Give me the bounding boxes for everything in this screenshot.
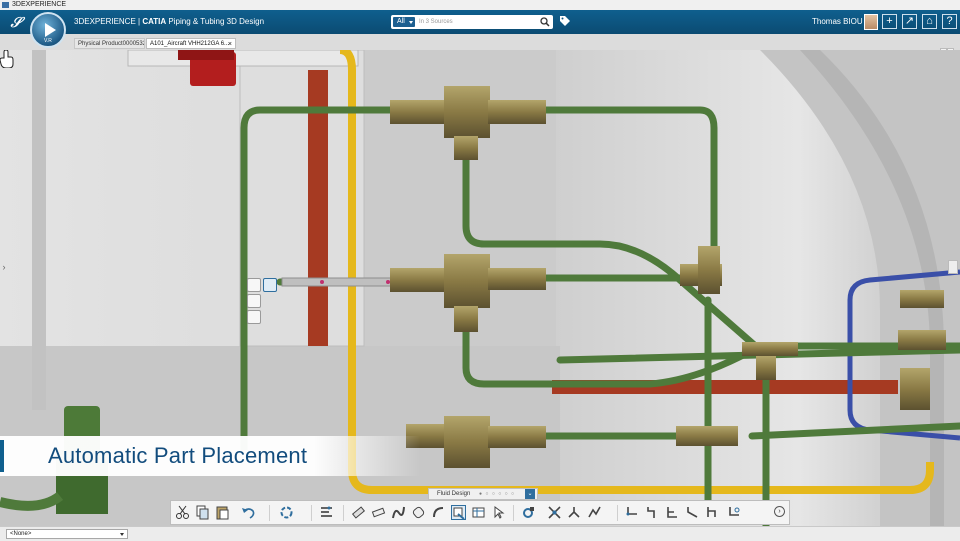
reroute-icon[interactable] bbox=[705, 505, 720, 520]
update-icon[interactable] bbox=[279, 505, 294, 520]
tag-icon[interactable] bbox=[559, 15, 571, 27]
user-name[interactable]: Thomas BIOU bbox=[812, 16, 863, 28]
search-placeholder[interactable]: In 3 Sources bbox=[419, 15, 453, 29]
branch-icon[interactable] bbox=[665, 505, 680, 520]
top-bar: 𝒮 3DEXPERIENCE | CATIA Piping & Tubing 3… bbox=[0, 10, 960, 34]
auto-place-tool-icon[interactable] bbox=[263, 278, 277, 292]
selection-filter-dropdown[interactable]: <None> bbox=[6, 529, 128, 539]
chevron-down-icon[interactable]: ⌄ bbox=[525, 489, 535, 499]
compass-version: V.R bbox=[44, 38, 52, 44]
tab-physical-product[interactable]: Physical Product00005323 bbox=[74, 38, 145, 49]
separator bbox=[343, 505, 344, 521]
section-tab[interactable]: Fluid Design ● ○ ○ ○ ○ ○ ⌄ bbox=[428, 488, 538, 500]
tab-aircraft-label: A101_Aircraft VHH212GA 6... bbox=[150, 41, 230, 47]
window-title: 3DEXPERIENCE bbox=[12, 1, 67, 8]
tube-tool-icon[interactable] bbox=[247, 310, 261, 324]
tab-scroll-arrows: ‹› bbox=[940, 40, 956, 56]
separator bbox=[513, 505, 514, 521]
select-cursor-icon[interactable] bbox=[491, 505, 506, 520]
separator bbox=[617, 505, 618, 521]
banner-title: Automatic Part Placement bbox=[48, 443, 308, 468]
separator bbox=[269, 505, 270, 521]
bent-tube-icon[interactable] bbox=[371, 505, 386, 520]
selection-point-2 bbox=[386, 280, 390, 284]
red-valve-cap bbox=[178, 50, 234, 60]
fitting-tool-icon[interactable] bbox=[247, 294, 261, 308]
play-icon bbox=[45, 23, 56, 37]
spec-icon[interactable] bbox=[587, 505, 602, 520]
section-label: Fluid Design bbox=[437, 491, 471, 497]
add-icon[interactable]: + bbox=[882, 14, 897, 29]
tab-aircraft[interactable]: A101_Aircraft VHH212GA 6... × bbox=[146, 38, 236, 49]
hand-cursor-icon bbox=[0, 50, 14, 68]
slope-icon[interactable] bbox=[685, 505, 700, 520]
straight-pipe-tool-icon[interactable] bbox=[247, 278, 261, 292]
copy-icon[interactable] bbox=[195, 505, 210, 520]
ceiling-duct bbox=[127, 50, 359, 67]
brand-label: 3DEXPERIENCE | bbox=[74, 17, 143, 26]
section-dots[interactable]: ● ○ ○ ○ ○ ○ bbox=[479, 489, 515, 499]
catalog-icon[interactable] bbox=[471, 505, 486, 520]
paste-icon[interactable] bbox=[215, 505, 230, 520]
more-actions-icon[interactable]: › bbox=[774, 506, 785, 517]
offset-route-icon[interactable] bbox=[645, 505, 660, 520]
bend-icon[interactable] bbox=[625, 505, 640, 520]
help-icon[interactable]: ? bbox=[942, 14, 957, 29]
right-panel-toggle-icon[interactable] bbox=[948, 260, 958, 274]
connect-icon[interactable] bbox=[521, 505, 536, 520]
straight-pipe-icon[interactable] bbox=[351, 505, 366, 520]
3d-viewport[interactable]: › Automatic Part Placement Fluid Design … bbox=[0, 50, 960, 526]
selection-point-1 bbox=[320, 280, 324, 284]
banner-accent bbox=[0, 440, 4, 472]
spool-icon[interactable] bbox=[411, 505, 426, 520]
context-toolbar bbox=[247, 278, 281, 326]
flexible-hose-icon[interactable] bbox=[391, 505, 406, 520]
product-label: CATIA bbox=[142, 17, 167, 26]
auto-placement-icon[interactable] bbox=[451, 505, 466, 520]
search-scope-dropdown[interactable]: All bbox=[393, 17, 415, 27]
compass-button[interactable]: V.R bbox=[30, 12, 66, 48]
tab-strip: Physical Product00005323 A101_Aircraft V… bbox=[0, 34, 960, 56]
status-bar: <None> bbox=[0, 526, 960, 541]
cut-icon[interactable] bbox=[175, 505, 190, 520]
share-icon[interactable]: ↗ bbox=[902, 14, 917, 29]
undo-icon[interactable] bbox=[241, 505, 256, 520]
route-tree-icon[interactable] bbox=[319, 505, 334, 520]
feature-banner: Automatic Part Placement bbox=[0, 436, 420, 476]
close-icon[interactable]: × bbox=[228, 39, 232, 48]
split-icon[interactable] bbox=[567, 505, 582, 520]
app-name-label: Piping & Tubing 3D Design bbox=[166, 17, 265, 26]
home-icon[interactable]: ⌂ bbox=[922, 14, 937, 29]
place-part-icon[interactable] bbox=[431, 505, 446, 520]
compass-route-icon[interactable] bbox=[727, 505, 742, 520]
ds-logo-icon[interactable]: 𝒮 bbox=[6, 12, 26, 32]
merge-icon[interactable] bbox=[547, 505, 562, 520]
separator bbox=[311, 505, 312, 521]
selected-pipe-segment bbox=[281, 277, 393, 287]
left-rod bbox=[32, 50, 46, 410]
search-icon[interactable] bbox=[540, 17, 550, 27]
avatar[interactable] bbox=[864, 14, 878, 30]
action-bar: › bbox=[170, 500, 790, 525]
app-title: 3DEXPERIENCE | CATIA Piping & Tubing 3D … bbox=[74, 16, 264, 28]
app-window-icon bbox=[2, 2, 9, 8]
left-panel-toggle-icon[interactable]: › bbox=[0, 260, 8, 274]
search-box[interactable]: All In 3 Sources bbox=[391, 15, 553, 29]
